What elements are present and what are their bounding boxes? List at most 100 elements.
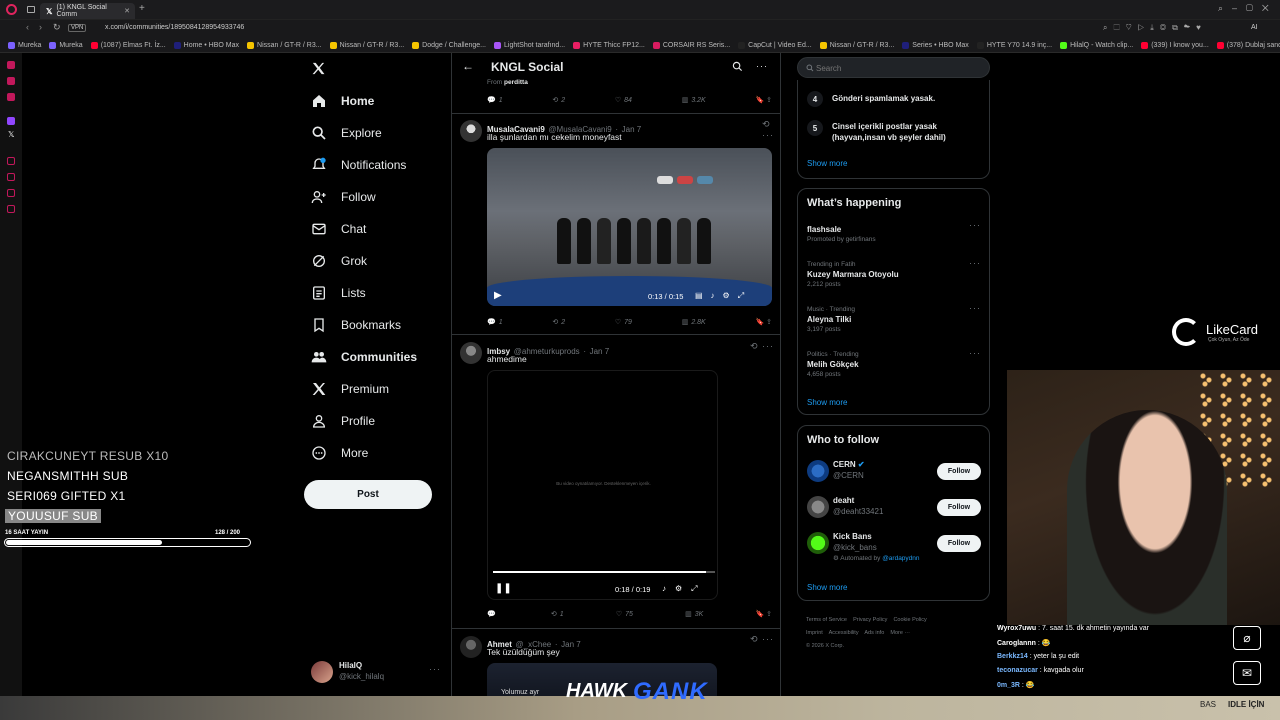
bookmark-item[interactable]: (378) Dublaj sandı... [1216,37,1280,52]
nav-lists[interactable]: Lists [311,285,366,301]
views-indicator[interactable]: ▥ 2.8K [682,318,706,327]
share-actions[interactable]: 🔖 ⇪ [755,318,772,326]
bookmark-item[interactable]: Mureka [8,37,41,52]
window-controls[interactable]: ⌕–▢✕ [1218,3,1278,14]
bookmark-item[interactable]: (1087) Elmas Ft. İz... [90,37,166,52]
account-switcher[interactable]: HilalQ @kick_hilalq ··· [311,660,441,684]
search-input[interactable] [816,61,981,75]
post-video[interactable]: ▶ 0:13 / 0:15 ▤♪⚙⤢ [487,148,772,306]
footer-privacy[interactable]: Privacy Policy [853,617,887,623]
suggestion-name[interactable]: deaht [833,496,854,505]
post-button[interactable]: Post [304,480,432,509]
nav-home[interactable]: Home [311,93,374,109]
post-date[interactable]: Jan 7 [622,125,642,134]
views-indicator[interactable]: ▥ 3.2K [682,96,706,105]
show-more-link[interactable]: Show more [807,159,847,168]
bookmark-item[interactable]: Series • HBO Max [902,37,969,52]
show-more-link[interactable]: Show more [807,583,847,592]
search-box[interactable] [797,57,990,78]
like-button[interactable]: ♡ 84 [615,96,632,105]
reply-button[interactable]: 💬 1 [487,318,503,327]
like-button[interactable]: ♡ 75 [616,610,633,619]
footer-imprint[interactable]: Imprint [806,630,823,636]
footer-terms[interactable]: Terms of Service [806,617,847,623]
bookmark-item[interactable]: HYTE Y70 14.9 inç... [976,37,1052,52]
bookmark-item[interactable]: Mureka [49,37,83,52]
new-tab-icon[interactable]: + [139,3,145,14]
suggestion-avatar[interactable] [807,496,829,518]
pause-icon[interactable]: ❚❚ [495,583,512,594]
bookmark-item[interactable]: Nissan / GT-R / R3... [247,37,322,52]
nav-grok[interactable]: Grok [311,253,367,269]
footer-accessibility[interactable]: Accessibility [829,630,859,636]
post-more-icon[interactable]: ⟲ ··· [750,341,774,352]
trend-item[interactable]: Politics · Trending Melih Gökçek 4,658 pos… [807,348,985,378]
opera-logo-icon[interactable] [6,4,17,15]
forward-icon[interactable]: › [39,22,42,32]
bookmark-item[interactable]: CORSAIR RS Seris... [652,37,730,52]
browser-tab-active[interactable]: 𝕏 (1) KNGL Social Comm ✕ [40,3,135,19]
search-icon[interactable] [732,61,743,72]
nav-bookmarks[interactable]: Bookmarks [311,317,401,333]
trend-more-icon[interactable]: ··· [969,220,981,230]
mail-icon[interactable]: ✉ [1233,661,1261,685]
sidebar-settings-icon[interactable] [7,205,15,213]
bookmark-item[interactable]: HYTE Thicc FP12... [573,37,645,52]
sidebar-clock-icon[interactable] [7,189,15,197]
nav-notifications[interactable]: Notifications [311,157,406,173]
suggestion-avatar[interactable] [807,460,829,482]
url-field[interactable]: x.com/i/communities/1895084128954933746 [105,24,244,31]
bookmark-item[interactable]: Nissan / GT-R / R3... [329,37,404,52]
post-date[interactable]: Jan 7 [561,640,581,649]
video-progress[interactable] [493,571,715,573]
nav-chat[interactable]: Chat [311,221,366,237]
post-more-icon[interactable]: ⟲ ··· [762,119,780,140]
x-logo-icon[interactable] [311,61,326,76]
trend-item[interactable]: flashsale Promoted by getirfinans ··· [807,220,985,243]
suggestion-avatar[interactable] [807,532,829,554]
footer-cookie[interactable]: Cookie Policy [893,617,926,623]
vpn-badge[interactable]: VPN [68,24,87,32]
browser-toolbar-icons[interactable]: ⌕⬚♡▷⤓◎⧉☁♥ [1103,23,1207,33]
tab-close-icon[interactable]: ✕ [124,7,130,15]
post-avatar[interactable] [460,342,482,364]
sidebar-history-icon[interactable] [7,157,15,165]
reload-icon[interactable]: ↻ [53,22,61,33]
bookmark-item[interactable]: Nissan / GT-R / R3... [819,37,894,52]
nav-explore[interactable]: Explore [311,125,382,141]
post-more-icon[interactable]: ⟲ ··· [750,634,774,645]
follow-button[interactable]: Follow [937,499,981,516]
bookmark-item[interactable]: CapCut | Video Ed... [738,37,812,52]
footer-ads-info[interactable]: Ads info [864,630,884,636]
video-controls-icons[interactable]: ♪⚙⤢ [662,584,707,594]
account-more-icon[interactable]: ··· [429,664,441,674]
post-video[interactable]: Bu video oynatılamıyor. Desteklenmeyen i… [487,370,718,600]
post-avatar[interactable] [460,120,482,142]
bookmark-item[interactable]: HilalQ - Watch clip... [1060,37,1133,52]
like-button[interactable]: ♡ 79 [615,318,632,327]
show-more-link[interactable]: Show more [807,398,847,407]
nav-more[interactable]: More [311,445,368,461]
ai-label[interactable]: AI [1251,24,1258,31]
bookmark-item[interactable]: Home • HBO Max [173,37,239,52]
nav-premium[interactable]: Premium [311,381,389,397]
trend-item[interactable]: Music · Trending Aleyna Tilki 3,197 posts ·… [807,303,985,333]
twitch-icon[interactable] [7,117,15,125]
play-icon[interactable]: ▶ [494,290,502,301]
footer-more[interactable]: More ··· [890,630,910,636]
post-avatar[interactable] [460,636,482,658]
trend-item[interactable]: Trending in Fatih Kuzey Marmara Otoyolu 2,… [807,258,985,288]
x-sidebar-icon[interactable]: 𝕏 [8,130,14,139]
views-indicator[interactable]: ▥ 3K [685,610,703,619]
suggestion-name[interactable]: Kick Bans [833,532,872,541]
bookmark-item[interactable]: Dodge / Challenge... [412,37,486,52]
reply-button[interactable]: 💬 1 [487,96,503,105]
follow-button[interactable]: Follow [937,463,981,480]
post-date[interactable]: Jan 7 [590,347,610,356]
back-arrow-icon[interactable]: ← [462,59,474,73]
nav-profile[interactable]: Profile [311,413,375,429]
sidebar-app-icon[interactable] [7,93,15,101]
follow-button[interactable]: Follow [937,535,981,552]
sidebar-download-icon[interactable] [7,173,15,181]
trend-more-icon[interactable]: ··· [969,258,981,268]
